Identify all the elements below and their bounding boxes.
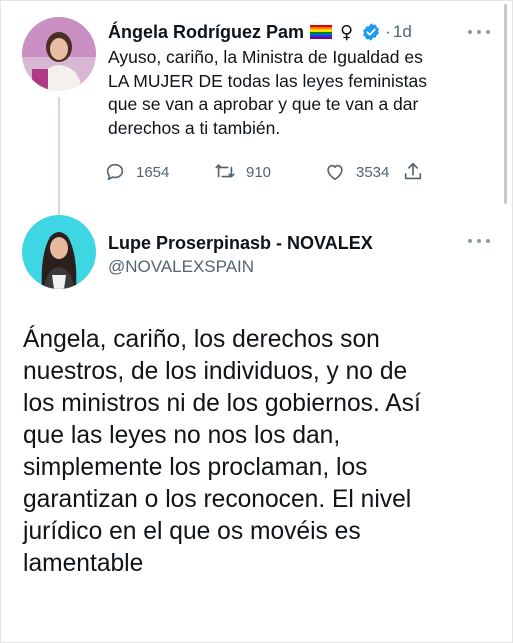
like-button[interactable]: 3534 <box>324 161 389 183</box>
more-options-icon[interactable] <box>468 29 490 35</box>
tweet-text-line: garantizan o los reconocen. El nivel <box>23 486 412 513</box>
author-name[interactable]: Ángela Rodríguez Pam <box>108 22 304 43</box>
tweet-text-line: que se van a aprobar y que te van a dar <box>108 94 419 114</box>
separator: · <box>385 22 391 41</box>
timestamp[interactable]: 1d <box>393 22 412 42</box>
scrollbar[interactable] <box>504 4 507 204</box>
share-icon <box>404 162 422 180</box>
tweet-text-line: los ministros ni de los gobiernos. Así <box>23 390 421 417</box>
share-button[interactable] <box>402 161 424 183</box>
main-tweet-header: Lupe Proserpinasb - NOVALEX <box>108 231 373 255</box>
avatar[interactable] <box>22 17 96 91</box>
heart-icon <box>327 164 343 181</box>
avatar[interactable] <box>22 215 96 289</box>
author-name[interactable]: Lupe Proserpinasb - NOVALEX <box>108 233 373 254</box>
retweet-count: 910 <box>246 163 272 181</box>
tweet-text-line: nuestros, de los individuos, y no de <box>23 358 408 385</box>
tweet-text-line: que las leyes no nos los dan, <box>23 422 341 449</box>
reply-button[interactable]: 1654 <box>104 161 169 183</box>
thread-line <box>58 97 60 217</box>
tweet-text-line: lamentable <box>23 550 144 577</box>
reply-icon <box>106 163 124 181</box>
like-count: 3534 <box>356 163 390 181</box>
reply-tweet-header: Ángela Rodríguez Pam ♀ · 1d <box>108 20 412 44</box>
tweet-text-line: Ayuso, cariño, la Ministra de Igualdad e… <box>108 47 423 67</box>
verified-badge-icon <box>363 23 380 41</box>
tweet-text-line: Ángela, cariño, los derechos son <box>23 326 380 353</box>
tweet-text-line: LA MUJER DE todas las leyes feministas <box>108 70 428 91</box>
tweet-text-line: simplemente los proclaman, los <box>23 454 368 481</box>
reply-tweet-text: Ayuso, cariño, la Ministra de Igualdad e… <box>108 46 488 140</box>
more-options-icon[interactable] <box>468 238 490 244</box>
tweet-actions: 1654 910 3534 <box>104 161 434 185</box>
retweet-icon <box>215 164 235 178</box>
tweet-text-line: jurídico en el que os movéis es <box>23 518 361 545</box>
tweet-text-line: derechos a ti también. <box>108 117 281 138</box>
author-handle[interactable]: @NOVALEXSPAIN <box>108 257 254 277</box>
reply-count: 1654 <box>136 163 170 181</box>
main-tweet-text: Ángela, cariño, los derechos son nuestro… <box>23 324 493 580</box>
retweet-button[interactable]: 910 <box>214 161 271 183</box>
female-sign-icon: ♀ <box>340 21 354 43</box>
rainbow-flag-icon <box>310 25 333 39</box>
